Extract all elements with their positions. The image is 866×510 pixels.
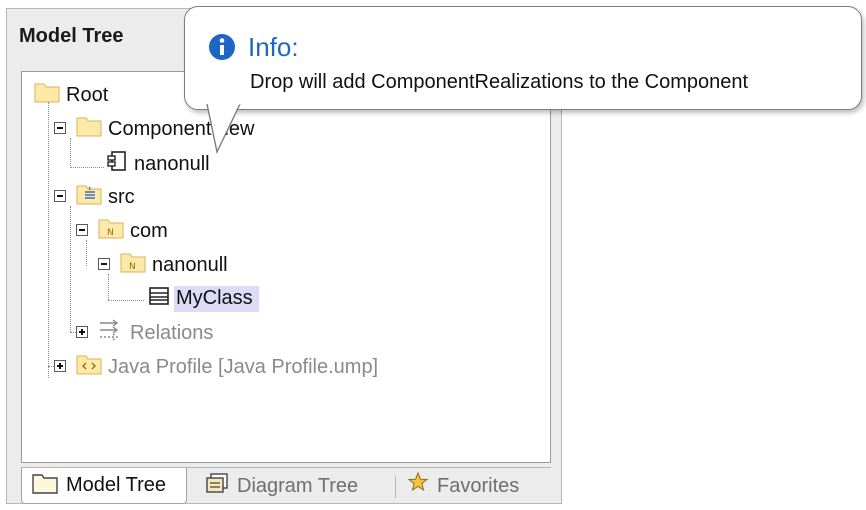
tab-separator [395,476,396,498]
tooltip-title: Info: [248,32,299,62]
tab-bar: Model Tree Diagram Tree Favorites [21,467,551,508]
tree-item-label: MyClass [174,286,259,312]
tree-item-com[interactable]: N com [98,216,168,246]
tree-item-label: src [108,185,135,208]
info-icon [209,34,235,60]
tab-model-tree[interactable]: Model Tree [21,468,187,504]
namespace-folder-icon: N [120,251,146,279]
class-icon [148,285,170,313]
expand-toggle[interactable] [76,326,88,338]
tree-item-root[interactable]: Root [34,80,108,110]
tree-view[interactable]: Root ComponentView nanonull src N com N … [21,71,551,463]
tooltip-message: Drop will add ComponentRealizations to t… [250,71,749,93]
component-icon [106,150,128,178]
java-package-folder-icon [76,183,102,211]
tree-line [86,240,87,266]
folder-icon [76,115,102,143]
tree-line [108,274,109,300]
relations-icon [98,318,124,348]
panel-title: Model Tree [19,25,124,47]
tree-item-label: Java Profile [Java Profile.ump] [108,355,379,378]
tree-item-label: nanonull [152,253,228,276]
tree-item-label: Root [66,83,109,106]
tree-item-relations[interactable]: Relations [98,318,213,348]
tree-item-label: nanonull [134,152,210,175]
tree-line [70,167,104,168]
svg-text:N: N [107,228,114,238]
tree-line [70,206,71,332]
tree-line [108,300,144,301]
tab-label: Favorites [437,474,520,497]
tree-item-java-profile[interactable]: Java Profile [Java Profile.ump] [76,352,378,382]
tab-diagram-tree[interactable]: Diagram Tree [205,468,385,504]
collapse-toggle[interactable] [54,190,66,202]
collapse-toggle[interactable] [98,258,110,270]
profile-folder-icon [76,353,102,381]
collapse-toggle[interactable] [76,224,88,236]
collapse-toggle[interactable] [54,122,66,134]
diagram-tree-icon [205,472,229,500]
tree-item-nanonull-package[interactable]: N nanonull [120,250,228,280]
namespace-folder-icon: N [98,217,124,245]
folder-icon [32,472,58,500]
tree-line [48,102,49,378]
tree-line [70,138,71,168]
tree-item-component[interactable]: nanonull [106,149,210,179]
tab-label: Model Tree [66,474,167,496]
tooltip-pointer [206,104,241,155]
folder-icon [34,81,60,109]
tree-item-label: com [130,219,168,242]
favorites-icon [407,471,429,500]
tree-item-label: Relations [130,321,214,344]
tree-item-myclass[interactable]: MyClass [148,284,259,314]
expand-toggle[interactable] [54,360,66,372]
tab-label: Diagram Tree [237,474,359,497]
svg-text:N: N [129,262,136,272]
tree-item-src[interactable]: src [76,182,135,212]
tab-favorites[interactable]: Favorites [407,468,547,504]
